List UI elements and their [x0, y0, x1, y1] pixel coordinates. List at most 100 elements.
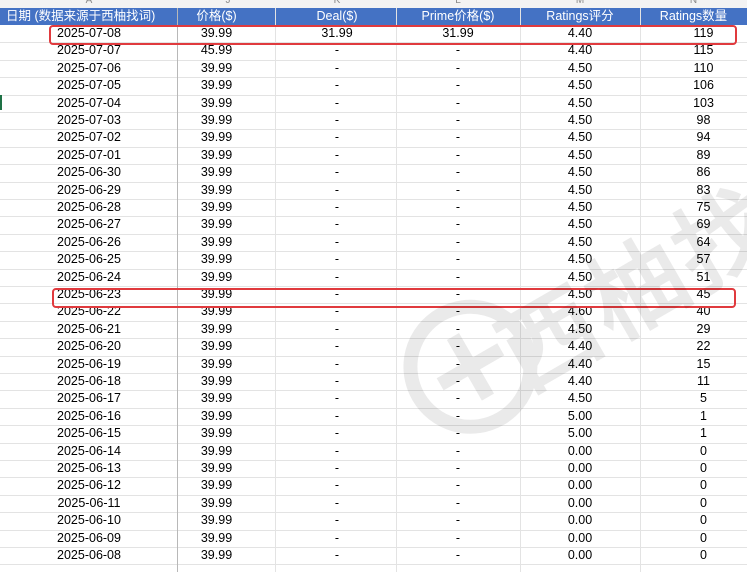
- price-cell[interactable]: 39.99: [178, 390, 255, 407]
- ratings-score-cell[interactable]: 4.40: [520, 373, 640, 390]
- price-cell[interactable]: 39.99: [178, 460, 255, 477]
- ratings-count-cell[interactable]: 22: [640, 338, 747, 355]
- ratings-count-cell[interactable]: 86: [640, 164, 747, 181]
- ratings-count-cell[interactable]: 64: [640, 234, 747, 251]
- header-prime-price[interactable]: Prime价格($): [396, 8, 520, 25]
- date-cell[interactable]: 2025-06-20: [0, 338, 178, 355]
- date-cell[interactable]: 2025-06-17: [0, 390, 178, 407]
- ratings-count-cell[interactable]: 0: [640, 512, 747, 529]
- ratings-score-cell[interactable]: 0.00: [520, 495, 640, 512]
- price-cell[interactable]: 39.99: [178, 234, 255, 251]
- ratings-score-cell[interactable]: 4.50: [520, 182, 640, 199]
- ratings-score-cell[interactable]: 4.50: [520, 216, 640, 233]
- ratings-count-cell[interactable]: 57: [640, 251, 747, 268]
- date-cell[interactable]: 2025-07-06: [0, 60, 178, 77]
- prime-price-cell[interactable]: -: [396, 269, 520, 286]
- price-cell[interactable]: 39.99: [178, 356, 255, 373]
- header-price[interactable]: 价格($): [178, 8, 255, 25]
- date-cell[interactable]: 2025-06-09: [0, 530, 178, 547]
- ratings-score-cell[interactable]: 4.50: [520, 147, 640, 164]
- prime-price-cell[interactable]: -: [396, 390, 520, 407]
- date-cell[interactable]: 2025-06-08: [0, 547, 178, 564]
- deal-cell[interactable]: -: [278, 269, 396, 286]
- ratings-count-cell[interactable]: 83: [640, 182, 747, 199]
- ratings-count-cell[interactable]: 1: [640, 425, 747, 442]
- ratings-count-cell[interactable]: 11: [640, 373, 747, 390]
- header-date[interactable]: 日期 (数据来源于西柚找词): [0, 8, 178, 25]
- column-letter-m[interactable]: M: [520, 0, 640, 6]
- date-cell[interactable]: 2025-06-21: [0, 321, 178, 338]
- price-cell[interactable]: 39.99: [178, 77, 255, 94]
- price-cell[interactable]: 39.99: [178, 425, 255, 442]
- prime-price-cell[interactable]: -: [396, 460, 520, 477]
- date-cell[interactable]: 2025-06-29: [0, 182, 178, 199]
- deal-cell[interactable]: -: [278, 199, 396, 216]
- ratings-count-cell[interactable]: 0: [640, 530, 747, 547]
- date-cell[interactable]: 2025-06-27: [0, 216, 178, 233]
- deal-cell[interactable]: -: [278, 164, 396, 181]
- ratings-score-cell[interactable]: 4.50: [520, 199, 640, 216]
- column-letter-a[interactable]: A: [0, 0, 178, 6]
- prime-price-cell[interactable]: -: [396, 95, 520, 112]
- ratings-score-cell[interactable]: 4.50: [520, 321, 640, 338]
- deal-cell[interactable]: -: [278, 443, 396, 460]
- ratings-count-cell[interactable]: 69: [640, 216, 747, 233]
- date-cell[interactable]: 2025-06-11: [0, 495, 178, 512]
- prime-price-cell[interactable]: -: [396, 408, 520, 425]
- date-cell[interactable]: 2025-06-25: [0, 251, 178, 268]
- price-cell[interactable]: 39.99: [178, 338, 255, 355]
- ratings-count-cell[interactable]: 29: [640, 321, 747, 338]
- price-cell[interactable]: 39.99: [178, 321, 255, 338]
- date-cell[interactable]: 2025-07-02: [0, 129, 178, 146]
- ratings-count-cell[interactable]: 0: [640, 460, 747, 477]
- ratings-score-cell[interactable]: 4.50: [520, 390, 640, 407]
- deal-cell[interactable]: -: [278, 495, 396, 512]
- deal-cell[interactable]: -: [278, 477, 396, 494]
- deal-cell[interactable]: -: [278, 425, 396, 442]
- deal-cell[interactable]: -: [278, 112, 396, 129]
- ratings-count-cell[interactable]: 15: [640, 356, 747, 373]
- prime-price-cell[interactable]: -: [396, 60, 520, 77]
- prime-price-cell[interactable]: -: [396, 321, 520, 338]
- deal-cell[interactable]: -: [278, 216, 396, 233]
- date-cell[interactable]: 2025-06-15: [0, 425, 178, 442]
- header-ratings-score[interactable]: Ratings评分: [520, 8, 640, 25]
- price-cell[interactable]: 39.99: [178, 443, 255, 460]
- date-cell[interactable]: 2025-06-10: [0, 512, 178, 529]
- date-cell[interactable]: 2025-06-30: [0, 164, 178, 181]
- deal-cell[interactable]: -: [278, 251, 396, 268]
- ratings-count-cell[interactable]: 106: [640, 77, 747, 94]
- prime-price-cell[interactable]: -: [396, 443, 520, 460]
- price-cell[interactable]: 39.99: [178, 216, 255, 233]
- ratings-score-cell[interactable]: 0.00: [520, 512, 640, 529]
- date-cell[interactable]: 2025-06-19: [0, 356, 178, 373]
- header-ratings-count[interactable]: Ratings数量: [640, 8, 747, 25]
- prime-price-cell[interactable]: -: [396, 425, 520, 442]
- date-cell[interactable]: 2025-06-14: [0, 443, 178, 460]
- prime-price-cell[interactable]: -: [396, 338, 520, 355]
- prime-price-cell[interactable]: -: [396, 373, 520, 390]
- prime-price-cell[interactable]: -: [396, 77, 520, 94]
- date-cell[interactable]: 2025-06-16: [0, 408, 178, 425]
- date-cell[interactable]: 2025-07-04: [0, 95, 178, 112]
- prime-price-cell[interactable]: -: [396, 495, 520, 512]
- date-cell[interactable]: 2025-06-26: [0, 234, 178, 251]
- price-cell[interactable]: 39.99: [178, 530, 255, 547]
- deal-cell[interactable]: -: [278, 356, 396, 373]
- prime-price-cell[interactable]: -: [396, 164, 520, 181]
- deal-cell[interactable]: -: [278, 129, 396, 146]
- deal-cell[interactable]: -: [278, 234, 396, 251]
- deal-cell[interactable]: -: [278, 547, 396, 564]
- ratings-score-cell[interactable]: 4.50: [520, 129, 640, 146]
- date-cell[interactable]: 2025-07-03: [0, 112, 178, 129]
- price-cell[interactable]: 39.99: [178, 269, 255, 286]
- ratings-score-cell[interactable]: 4.50: [520, 112, 640, 129]
- ratings-count-cell[interactable]: 0: [640, 477, 747, 494]
- deal-cell[interactable]: -: [278, 77, 396, 94]
- price-cell[interactable]: 39.99: [178, 112, 255, 129]
- price-cell[interactable]: 39.99: [178, 147, 255, 164]
- price-cell[interactable]: 39.99: [178, 60, 255, 77]
- date-cell[interactable]: 2025-06-13: [0, 460, 178, 477]
- date-cell[interactable]: 2025-06-24: [0, 269, 178, 286]
- prime-price-cell[interactable]: -: [396, 477, 520, 494]
